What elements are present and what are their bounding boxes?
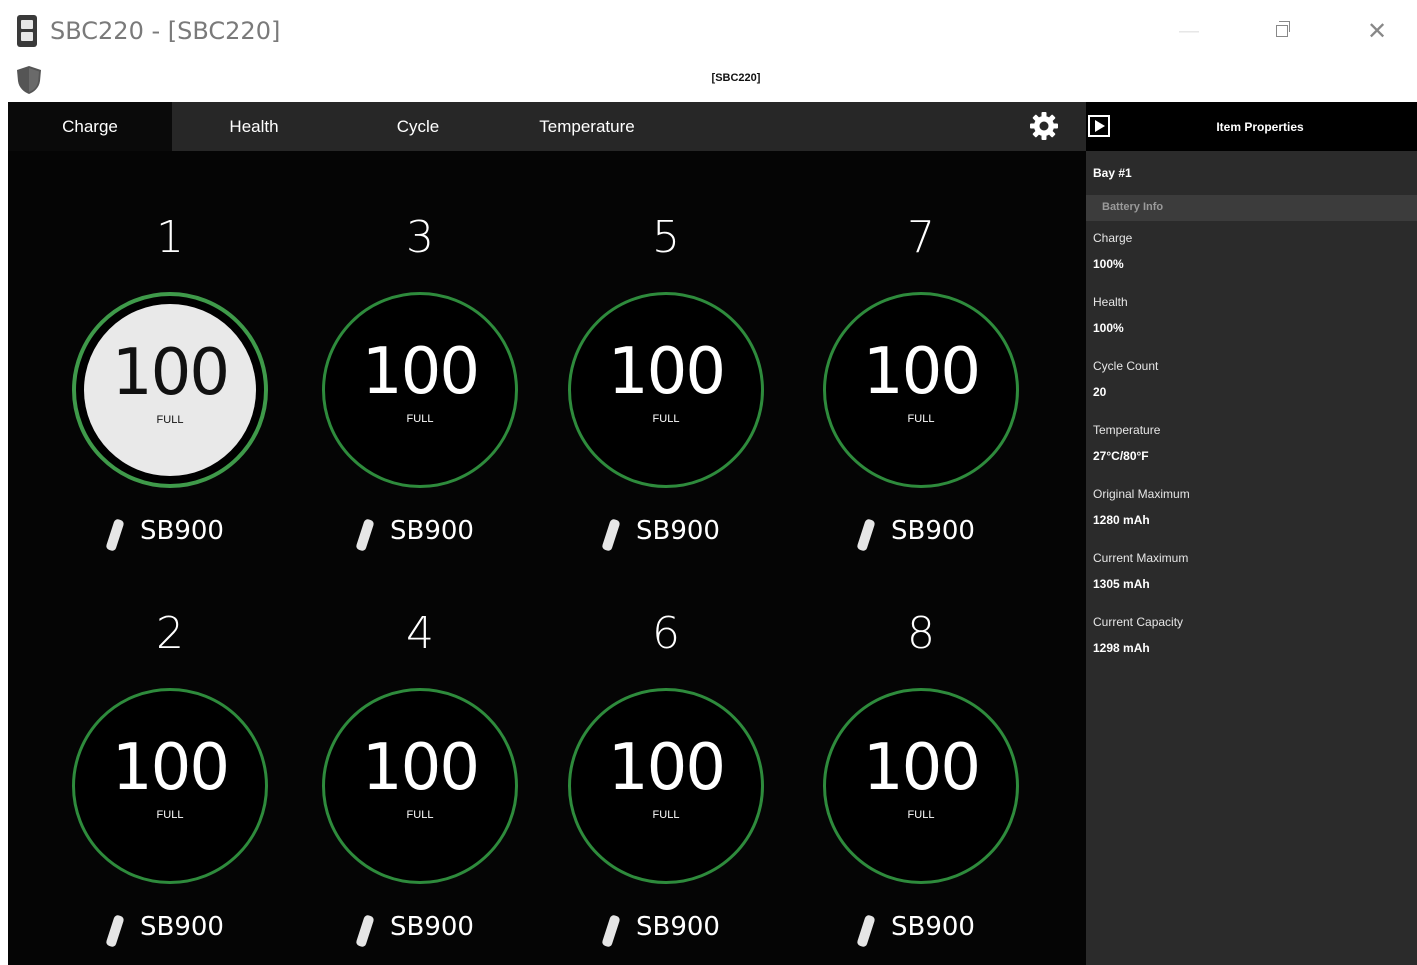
device-label: [SBC220] [711,72,761,84]
selected-bay-title: Bay #1 [1093,166,1132,180]
bay-number: 7 [907,212,935,263]
battery-icon [106,915,124,947]
property-label-charge: Charge [1093,231,1133,245]
tab-bar: Charge Health Cycle Temperature [8,102,1086,151]
property-label-temperature: Temperature [1093,423,1161,437]
gear-icon[interactable] [1028,110,1060,142]
charge-status: FULL [907,413,935,425]
close-button[interactable]: ✕ [1357,14,1397,48]
battery-model: SB900 [390,516,474,546]
properties-header: Item Properties [1086,102,1417,151]
bay-number: 3 [406,212,434,263]
restore-button[interactable] [1262,14,1302,48]
play-icon[interactable] [1088,115,1110,137]
charge-gauge[interactable]: 100 FULL [568,292,764,488]
charge-status: FULL [652,809,680,821]
battery-icon [602,519,620,551]
charge-value: 100 [607,335,726,409]
window-title: SBC220 - [SBC220] [50,17,281,45]
property-value-temperature: 27°C/80°F [1093,449,1149,463]
charge-status: FULL [406,413,434,425]
property-value-current-maximum: 1305 mAh [1093,577,1150,591]
property-label-current-maximum: Current Maximum [1093,551,1189,565]
charge-value: 100 [111,336,230,410]
section-label: Battery Info [1102,201,1164,213]
property-label-current-capacity: Current Capacity [1093,615,1184,629]
bay-card[interactable]: 3 100 FULL SB900 [310,212,530,572]
charge-gauge[interactable]: 100 FULL [322,688,518,884]
charge-gauge[interactable]: 100 FULL [322,292,518,488]
battery-icon [356,519,374,551]
battery-model: SB900 [891,516,975,546]
charge-value: 100 [111,731,230,805]
battery-model: SB900 [891,912,975,942]
bay-number: 8 [907,608,935,659]
bay-number: 6 [652,608,680,659]
charge-gauge[interactable]: 100 FULL [568,688,764,884]
property-value-charge: 100% [1093,257,1124,271]
charge-value: 100 [862,335,981,409]
bay-card[interactable]: 5 100 FULL SB900 [556,212,776,572]
charge-gauge[interactable]: 100 FULL [823,292,1019,488]
bay-card[interactable]: 1 100 FULL SB900 [60,212,280,572]
restore-icon [1276,21,1290,37]
battery-icon [602,915,620,947]
battery-model: SB900 [140,516,224,546]
sub-header: [SBC220] [0,62,1417,102]
tab-health[interactable]: Health [172,102,336,151]
battery-info-section[interactable]: Battery Info [1086,195,1417,221]
bay-number: 1 [156,212,184,263]
app-icon [17,15,37,47]
main-panel: Charge Health Cycle Temperature 1 100 FU… [8,102,1086,965]
charge-gauge[interactable]: 100 FULL [823,688,1019,884]
charge-status: FULL [156,414,184,426]
property-value-current-capacity: 1298 mAh [1093,641,1150,655]
bay-number: 2 [156,608,184,659]
charge-value: 100 [361,335,480,409]
battery-model: SB900 [636,516,720,546]
minimize-button[interactable]: — [1169,14,1209,48]
charge-value: 100 [361,731,480,805]
bay-card[interactable]: 8 100 FULL SB900 [811,608,1031,965]
charge-status: FULL [156,809,184,821]
battery-icon [106,519,124,551]
property-label-health: Health [1093,295,1128,309]
property-value-cycle-count: 20 [1093,385,1107,399]
bay-number: 4 [406,608,434,659]
bay-number: 5 [652,212,680,263]
property-value-original-maximum: 1280 mAh [1093,513,1150,527]
bay-card[interactable]: 2 100 FULL SB900 [60,608,280,965]
battery-icon [857,519,875,551]
battery-model: SB900 [636,912,720,942]
property-value-health: 100% [1093,321,1124,335]
charge-value: 100 [862,731,981,805]
battery-model: SB900 [140,912,224,942]
tab-temperature[interactable]: Temperature [508,102,666,151]
bay-card[interactable]: 7 100 FULL SB900 [811,212,1031,572]
charge-gauge[interactable]: 100 FULL [72,688,268,884]
battery-icon [857,915,875,947]
charge-gauge[interactable]: 100 FULL [72,292,268,488]
battery-model: SB900 [390,912,474,942]
bay-card[interactable]: 4 100 FULL SB900 [310,608,530,965]
item-properties-panel: Item Properties Bay #1 Battery Info Char… [1086,102,1417,965]
charge-status: FULL [907,809,935,821]
title-bar: SBC220 - [SBC220] — ✕ [0,0,1417,62]
charge-status: FULL [406,809,434,821]
battery-icon [356,915,374,947]
properties-title: Item Properties [1216,120,1304,134]
property-label-cycle-count: Cycle Count [1093,359,1159,373]
tab-cycle[interactable]: Cycle [336,102,500,151]
charge-status: FULL [652,413,680,425]
bay-card[interactable]: 6 100 FULL SB900 [556,608,776,965]
charge-value: 100 [607,731,726,805]
tab-charge[interactable]: Charge [8,102,172,151]
property-label-original-maximum: Original Maximum [1093,487,1190,501]
